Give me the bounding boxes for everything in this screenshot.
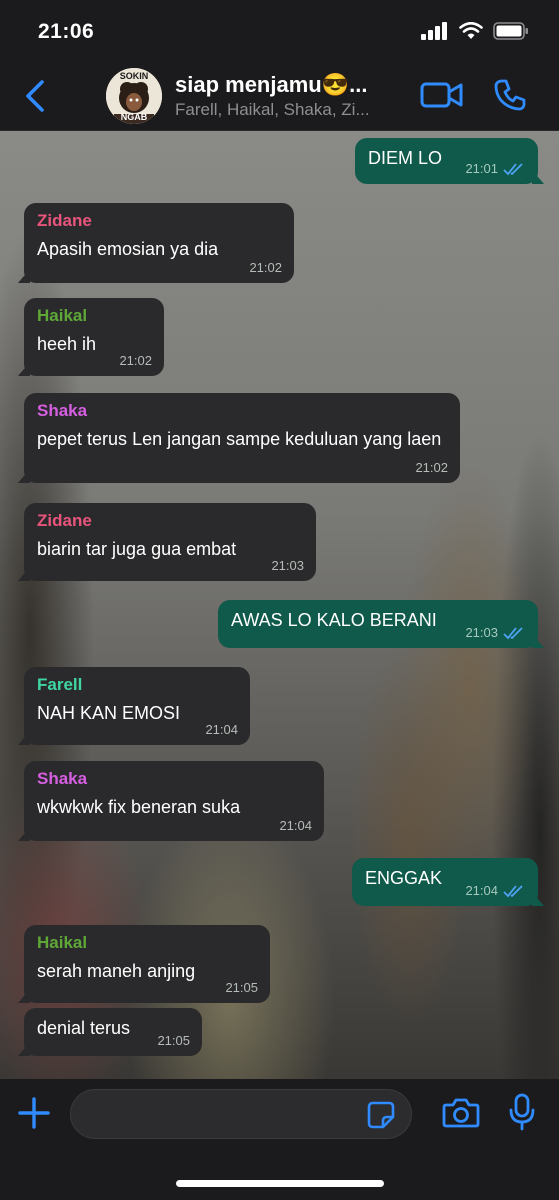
camera-icon xyxy=(442,1098,480,1128)
status-bar: 21:06 xyxy=(0,0,559,62)
message-bubble[interactable]: Shaka pepet terus Len jangan sampe kedul… xyxy=(24,393,460,483)
message-field[interactable] xyxy=(70,1089,412,1139)
message-time: 21:04 xyxy=(279,818,312,833)
message-text: pepet terus Len jangan sampe keduluan ya… xyxy=(37,429,442,449)
status-icons xyxy=(421,22,529,40)
status-time: 21:06 xyxy=(38,20,95,43)
message-sender: Farell xyxy=(37,675,83,694)
signal-icon xyxy=(421,22,447,40)
message-input[interactable] xyxy=(87,1100,361,1130)
message-bubble[interactable]: Haikal serah maneh anjing 21:05 xyxy=(24,925,270,1003)
chat-header: SOKIN NGAB siap menjamu😎... Farell, Haik… xyxy=(0,62,559,131)
message-time: 21:02 xyxy=(415,460,448,475)
message-time: 21:04 xyxy=(465,883,498,898)
message-meta: 21:05 xyxy=(225,980,258,995)
message-text: Apasih emosian ya dia xyxy=(37,239,219,259)
message-meta: 21:01 xyxy=(465,161,526,176)
message-sender: Shaka xyxy=(37,769,88,788)
message-bubble[interactable]: Zidane biarin tar juga gua embat 21:03 xyxy=(24,503,316,581)
message-time: 21:03 xyxy=(465,625,498,640)
message-text: biarin tar juga gua embat xyxy=(37,539,237,559)
avatar-text-bottom: NGAB xyxy=(120,112,148,122)
voice-call-button[interactable] xyxy=(493,78,527,117)
message-bubble[interactable]: Haikal heeh ih 21:02 xyxy=(24,298,164,376)
video-call-icon xyxy=(420,82,463,108)
message-text: wkwkwk fix beneran suka xyxy=(37,797,241,817)
group-members[interactable]: Farell, Haikal, Shaka, Zi... xyxy=(175,100,370,120)
message-bubble[interactable]: Shaka wkwkwk fix beneran suka 21:04 xyxy=(24,761,324,841)
message-meta: 21:04 xyxy=(205,722,238,737)
message-bubble[interactable]: ENGGAK 21:04 xyxy=(352,858,538,906)
phone-icon xyxy=(494,79,526,111)
read-receipt-icon xyxy=(503,626,523,639)
message-time: 21:03 xyxy=(271,558,304,573)
message-meta: 21:02 xyxy=(119,353,152,368)
home-indicator[interactable] xyxy=(176,1180,384,1187)
read-receipt-icon xyxy=(503,162,523,175)
message-sender: Haikal xyxy=(37,933,88,952)
message-bubble[interactable]: DIEM LO 21:01 xyxy=(355,138,538,184)
message-meta: 21:04 xyxy=(279,818,312,833)
microphone-icon xyxy=(509,1093,535,1131)
message-meta: 21:05 xyxy=(157,1033,190,1048)
message-bubble[interactable]: Zidane Apasih emosian ya dia 21:02 xyxy=(24,203,294,283)
message-meta: 21:03 xyxy=(465,625,526,640)
message-time: 21:01 xyxy=(465,161,498,176)
plus-icon xyxy=(18,1097,50,1129)
message-bubble[interactable]: Farell NAH KAN EMOSI 21:04 xyxy=(24,667,250,745)
message-bubble[interactable]: AWAS LO KALO BERANI 21:03 xyxy=(218,600,538,648)
message-sender: Haikal xyxy=(37,306,88,325)
avatar-text-top: SOKIN xyxy=(119,71,149,81)
read-receipt-icon xyxy=(503,884,523,897)
message-meta: 21:02 xyxy=(249,260,282,275)
message-time: 21:05 xyxy=(225,980,258,995)
message-sender: Zidane xyxy=(37,511,92,530)
group-title[interactable]: siap menjamu😎... xyxy=(175,72,367,98)
message-time: 21:02 xyxy=(119,353,152,368)
chat-area[interactable]: DIEM LO 21:01 Zidane Apasih emosian ya d… xyxy=(0,131,559,1079)
message-sender: Zidane xyxy=(37,211,92,230)
wifi-icon xyxy=(459,22,483,39)
message-meta: 21:02 xyxy=(415,460,448,475)
sticker-button[interactable] xyxy=(367,1101,395,1134)
message-meta: 21:03 xyxy=(271,558,304,573)
voice-message-button[interactable] xyxy=(508,1093,536,1136)
message-time: 21:04 xyxy=(205,722,238,737)
battery-icon xyxy=(493,22,528,40)
sticker-icon xyxy=(367,1101,395,1129)
message-time: 21:05 xyxy=(157,1033,190,1048)
message-meta: 21:04 xyxy=(465,883,526,898)
message-time: 21:02 xyxy=(249,260,282,275)
group-avatar[interactable]: SOKIN NGAB xyxy=(106,68,162,124)
back-button[interactable] xyxy=(22,78,48,119)
chevron-left-icon xyxy=(26,80,44,112)
attach-button[interactable] xyxy=(16,1095,52,1136)
video-call-button[interactable] xyxy=(420,80,464,115)
message-sender: Shaka xyxy=(37,401,88,420)
camera-button[interactable] xyxy=(442,1097,480,1134)
message-bubble[interactable]: denial terus 21:05 xyxy=(24,1008,202,1056)
